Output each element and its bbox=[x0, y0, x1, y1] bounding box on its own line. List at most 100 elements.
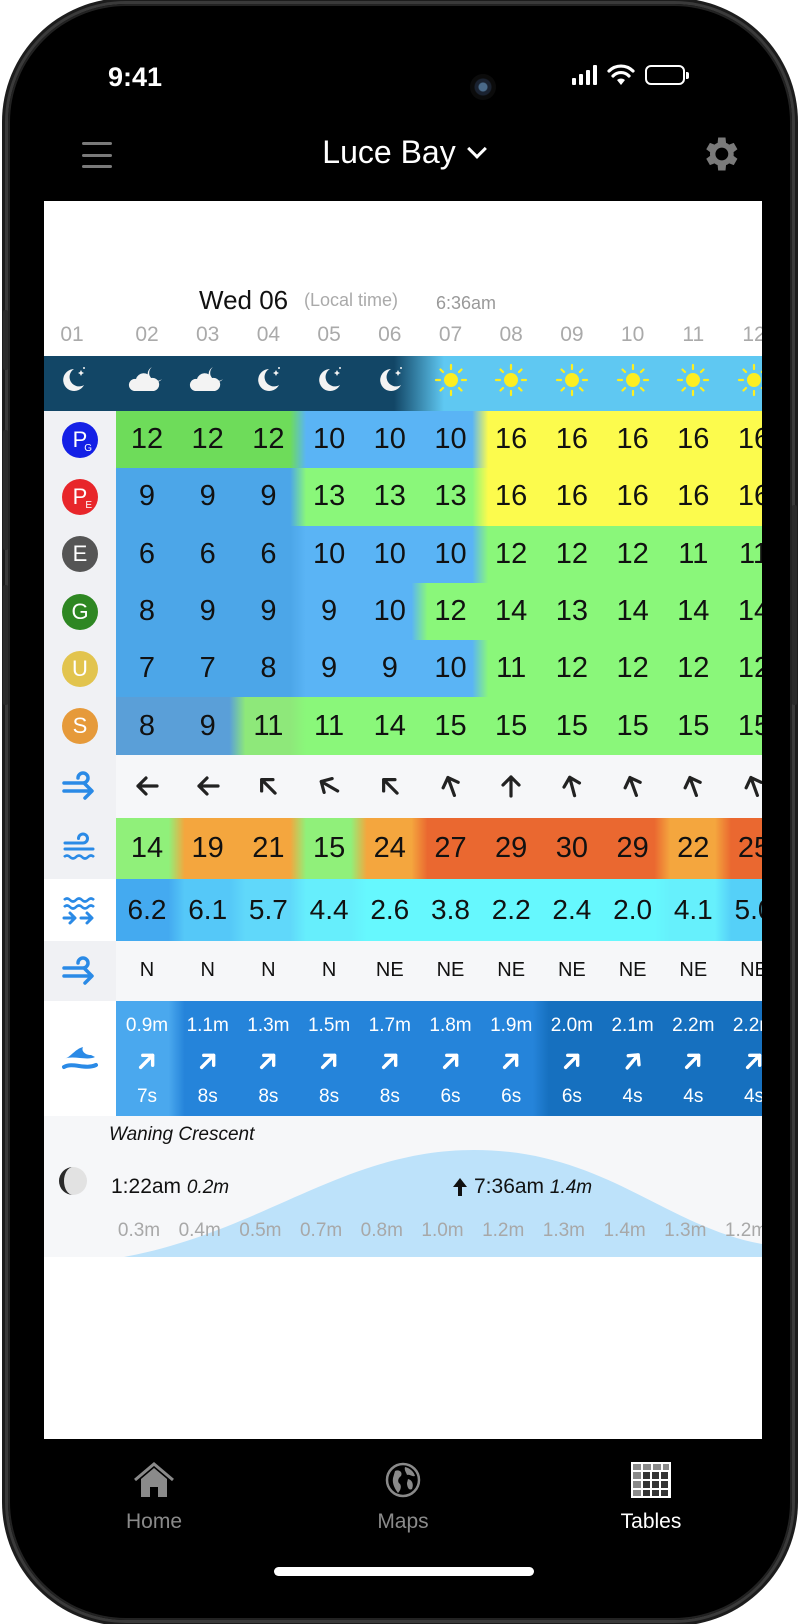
rating-cell[interactable]: 14 bbox=[662, 583, 724, 640]
rating-cell[interactable]: 11 bbox=[723, 526, 762, 583]
rating-cell[interactable]: 8 bbox=[116, 583, 178, 640]
water-temp-cell[interactable]: 2.4 bbox=[541, 879, 603, 941]
rating-cell[interactable]: 12 bbox=[723, 640, 762, 697]
rating-cell[interactable]: 16 bbox=[541, 468, 603, 525]
swell-cell[interactable]: 1.1m 8s bbox=[177, 1001, 239, 1116]
rating-cell[interactable]: 9 bbox=[298, 583, 360, 640]
swell-cell[interactable]: 1.5m 8s bbox=[298, 1001, 360, 1116]
rating-cell[interactable]: 11 bbox=[298, 697, 360, 754]
rating-cell[interactable]: 15 bbox=[541, 697, 603, 754]
forecast-table-screen[interactable]: Wed 06 (Local time) 6:36am 01 02 03 04 05 06 0… bbox=[44, 201, 762, 1439]
wind-speed-cell[interactable]: 24 bbox=[359, 818, 421, 879]
water-temp-cell[interactable]: 4.1 bbox=[662, 879, 724, 941]
rating-cell[interactable]: 15 bbox=[723, 697, 762, 754]
rating-cell[interactable]: 15 bbox=[480, 697, 542, 754]
rating-cell[interactable]: 16 bbox=[662, 468, 724, 525]
rating-cell[interactable]: 10 bbox=[420, 411, 482, 468]
wind-speed-cell[interactable]: 22 bbox=[662, 818, 724, 879]
swell-cell[interactable]: 1.3m 8s bbox=[237, 1001, 299, 1116]
rating-cell[interactable]: 12 bbox=[237, 411, 299, 468]
tab-tables[interactable]: Tables bbox=[591, 1462, 711, 1534]
rating-cell[interactable]: 16 bbox=[662, 411, 724, 468]
rating-cell[interactable]: 14 bbox=[359, 697, 421, 754]
rating-cell[interactable]: 14 bbox=[723, 583, 762, 640]
rating-cell[interactable]: 9 bbox=[177, 697, 239, 754]
rating-cell[interactable]: 13 bbox=[359, 468, 421, 525]
location-selector[interactable]: Luce Bay bbox=[44, 134, 762, 171]
water-temp-cell[interactable]: 5.0 bbox=[723, 879, 762, 941]
rating-cell[interactable]: 16 bbox=[480, 411, 542, 468]
wind-speed-cell[interactable]: 21 bbox=[237, 818, 299, 879]
home-indicator[interactable] bbox=[274, 1567, 534, 1576]
tab-home[interactable]: Home bbox=[94, 1462, 214, 1534]
water-temp-cell[interactable]: 2.2 bbox=[480, 879, 542, 941]
rating-cell[interactable]: 7 bbox=[177, 640, 239, 697]
rating-cell[interactable]: 16 bbox=[541, 411, 603, 468]
wind-speed-cell[interactable]: 27 bbox=[420, 818, 482, 879]
wind-speed-cell[interactable]: 30 bbox=[541, 818, 603, 879]
rating-cell[interactable]: 11 bbox=[662, 526, 724, 583]
water-temp-cell[interactable]: 3.8 bbox=[420, 879, 482, 941]
settings-gear-icon[interactable] bbox=[698, 132, 742, 176]
rating-cell[interactable]: 6 bbox=[237, 526, 299, 583]
wind-speed-cell[interactable]: 25 bbox=[723, 818, 762, 879]
rating-cell[interactable]: 10 bbox=[298, 526, 360, 583]
wind-speed-cell[interactable]: 29 bbox=[602, 818, 664, 879]
rating-cell[interactable]: 8 bbox=[116, 697, 178, 754]
rating-cell[interactable]: 11 bbox=[237, 697, 299, 754]
swell-cell[interactable]: 0.9m 7s bbox=[116, 1001, 178, 1116]
rating-cell[interactable]: 10 bbox=[359, 411, 421, 468]
wind-speed-cell[interactable]: 29 bbox=[480, 818, 542, 879]
rating-cell[interactable]: 9 bbox=[359, 640, 421, 697]
swell-cell[interactable]: 1.9m 6s bbox=[480, 1001, 542, 1116]
rating-cell[interactable]: 16 bbox=[723, 468, 762, 525]
rating-cell[interactable]: 15 bbox=[420, 697, 482, 754]
rating-cell[interactable]: 16 bbox=[723, 411, 762, 468]
rating-cell[interactable]: 13 bbox=[420, 468, 482, 525]
tab-maps[interactable]: Maps bbox=[343, 1462, 463, 1534]
rating-cell[interactable]: 9 bbox=[177, 468, 239, 525]
rating-cell[interactable]: 16 bbox=[480, 468, 542, 525]
rating-cell[interactable]: 13 bbox=[298, 468, 360, 525]
rating-cell[interactable]: 12 bbox=[177, 411, 239, 468]
water-temp-cell[interactable]: 4.4 bbox=[298, 879, 360, 941]
rating-cell[interactable]: 9 bbox=[237, 468, 299, 525]
rating-cell[interactable]: 14 bbox=[480, 583, 542, 640]
swell-cell[interactable]: 2.1m 4s bbox=[602, 1001, 664, 1116]
rating-cell[interactable]: 10 bbox=[359, 526, 421, 583]
rating-cell[interactable]: 12 bbox=[480, 526, 542, 583]
water-temp-cell[interactable]: 6.1 bbox=[177, 879, 239, 941]
rating-cell[interactable]: 10 bbox=[420, 526, 482, 583]
water-temp-cell[interactable]: 6.2 bbox=[116, 879, 178, 941]
rating-cell[interactable]: 13 bbox=[541, 583, 603, 640]
swell-cell[interactable]: 2.2m 4s bbox=[662, 1001, 724, 1116]
rating-cell[interactable]: 10 bbox=[420, 640, 482, 697]
rating-cell[interactable]: 10 bbox=[298, 411, 360, 468]
wind-speed-cell[interactable]: 19 bbox=[177, 818, 239, 879]
water-temp-cell[interactable]: 5.7 bbox=[237, 879, 299, 941]
swell-cell[interactable]: 2.2m 4s bbox=[723, 1001, 762, 1116]
swell-cell[interactable]: 2.0m 6s bbox=[541, 1001, 603, 1116]
water-temp-cell[interactable]: 2.6 bbox=[359, 879, 421, 941]
rating-cell[interactable]: 9 bbox=[298, 640, 360, 697]
rating-cell[interactable]: 9 bbox=[177, 583, 239, 640]
swell-cell[interactable]: 1.7m 8s bbox=[359, 1001, 421, 1116]
rating-cell[interactable]: 10 bbox=[359, 583, 421, 640]
rating-cell[interactable]: 15 bbox=[602, 697, 664, 754]
rating-cell[interactable]: 12 bbox=[662, 640, 724, 697]
wind-speed-cell[interactable]: 15 bbox=[298, 818, 360, 879]
rating-cell[interactable]: 12 bbox=[420, 583, 482, 640]
rating-cell[interactable]: 16 bbox=[602, 468, 664, 525]
rating-cell[interactable]: 6 bbox=[177, 526, 239, 583]
rating-cell[interactable]: 8 bbox=[237, 640, 299, 697]
rating-cell[interactable]: 12 bbox=[116, 411, 178, 468]
rating-cell[interactable]: 14 bbox=[602, 583, 664, 640]
rating-cell[interactable]: 15 bbox=[662, 697, 724, 754]
rating-cell[interactable]: 11 bbox=[480, 640, 542, 697]
swell-cell[interactable]: 1.8m 6s bbox=[420, 1001, 482, 1116]
rating-cell[interactable]: 9 bbox=[116, 468, 178, 525]
rating-cell[interactable]: 12 bbox=[602, 640, 664, 697]
rating-cell[interactable]: 9 bbox=[237, 583, 299, 640]
rating-cell[interactable]: 6 bbox=[116, 526, 178, 583]
water-temp-cell[interactable]: 2.0 bbox=[602, 879, 664, 941]
